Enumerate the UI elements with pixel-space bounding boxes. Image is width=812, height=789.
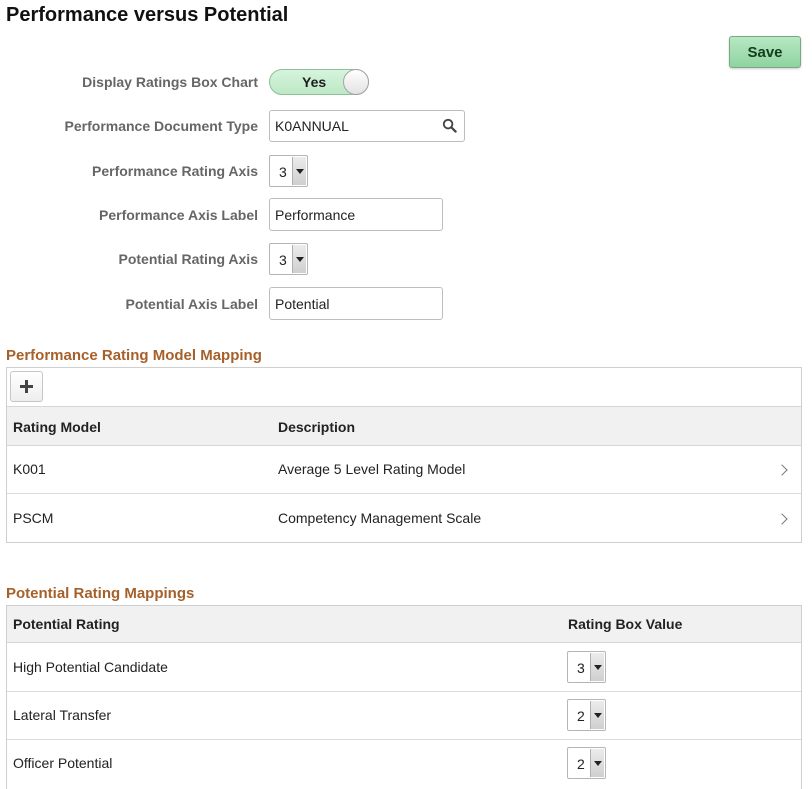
rating-box-select[interactable]: 2	[567, 747, 606, 779]
rating-model-cell: K001	[13, 461, 46, 477]
perf-axis-label: Performance Rating Axis	[92, 163, 258, 179]
col-rating-model: Rating Model	[13, 419, 101, 435]
pot-axis-label-value: Potential	[275, 295, 330, 312]
potential-rating-cell: Lateral Transfer	[13, 707, 112, 723]
rating-box-value: 3	[577, 660, 585, 676]
col-description: Description	[278, 419, 356, 435]
rating-box-select[interactable]: 2	[567, 699, 606, 731]
save-button[interactable]: Save	[729, 36, 801, 68]
display-chart-toggle[interactable]: Yes	[269, 69, 369, 95]
rating-box-value: 2	[577, 756, 585, 772]
display-chart-label: Display Ratings Box Chart	[82, 74, 258, 90]
pot-axis-label: Potential Rating Axis	[118, 251, 258, 267]
chevron-down-icon	[590, 701, 604, 729]
pot-axis-label-label: Potential Axis Label	[125, 296, 258, 312]
row-divider	[7, 691, 801, 692]
row-divider	[7, 739, 801, 740]
perf-axis-select[interactable]: 3	[269, 155, 308, 187]
search-icon[interactable]	[442, 118, 457, 133]
description-cell: Average 5 Level Rating Model	[278, 461, 466, 477]
col-rating-box-value: Rating Box Value	[568, 616, 683, 632]
perf-axis-value: 3	[279, 164, 287, 180]
toggle-state-text: Yes	[302, 74, 327, 90]
doc-type-input[interactable]: K0ANNUAL	[269, 110, 465, 142]
pot-mapping-title: Potential Rating Mappings	[6, 585, 195, 602]
add-row-button[interactable]	[10, 371, 43, 402]
perf-mapping-title: Performance Rating Model Mapping	[6, 347, 262, 364]
perf-axis-label-label: Performance Axis Label	[99, 207, 258, 223]
chevron-down-icon	[590, 749, 604, 777]
potential-rating-cell: Officer Potential	[13, 755, 113, 771]
chevron-down-icon	[292, 245, 306, 273]
perf-axis-label-input[interactable]: Performance	[269, 198, 443, 231]
rating-box-value: 2	[577, 708, 585, 724]
rating-box-select[interactable]: 3	[567, 651, 606, 683]
col-potential-rating: Potential Rating	[13, 616, 120, 632]
pot-axis-label-input[interactable]: Potential	[269, 287, 443, 320]
doc-type-label: Performance Document Type	[64, 118, 258, 134]
perf-mapping-header	[7, 406, 801, 446]
chevron-down-icon	[590, 653, 604, 681]
rating-model-cell: PSCM	[13, 510, 54, 526]
description-cell: Competency Management Scale	[278, 510, 482, 526]
toggle-knob	[343, 69, 369, 95]
pot-axis-value: 3	[279, 252, 287, 268]
page-title: Performance versus Potential	[6, 4, 289, 26]
potential-rating-cell: High Potential Candidate	[13, 659, 168, 675]
pot-axis-select[interactable]: 3	[269, 243, 308, 275]
chevron-down-icon	[292, 157, 306, 185]
perf-axis-label-value: Performance	[275, 206, 356, 223]
doc-type-value: K0ANNUAL	[275, 118, 349, 134]
